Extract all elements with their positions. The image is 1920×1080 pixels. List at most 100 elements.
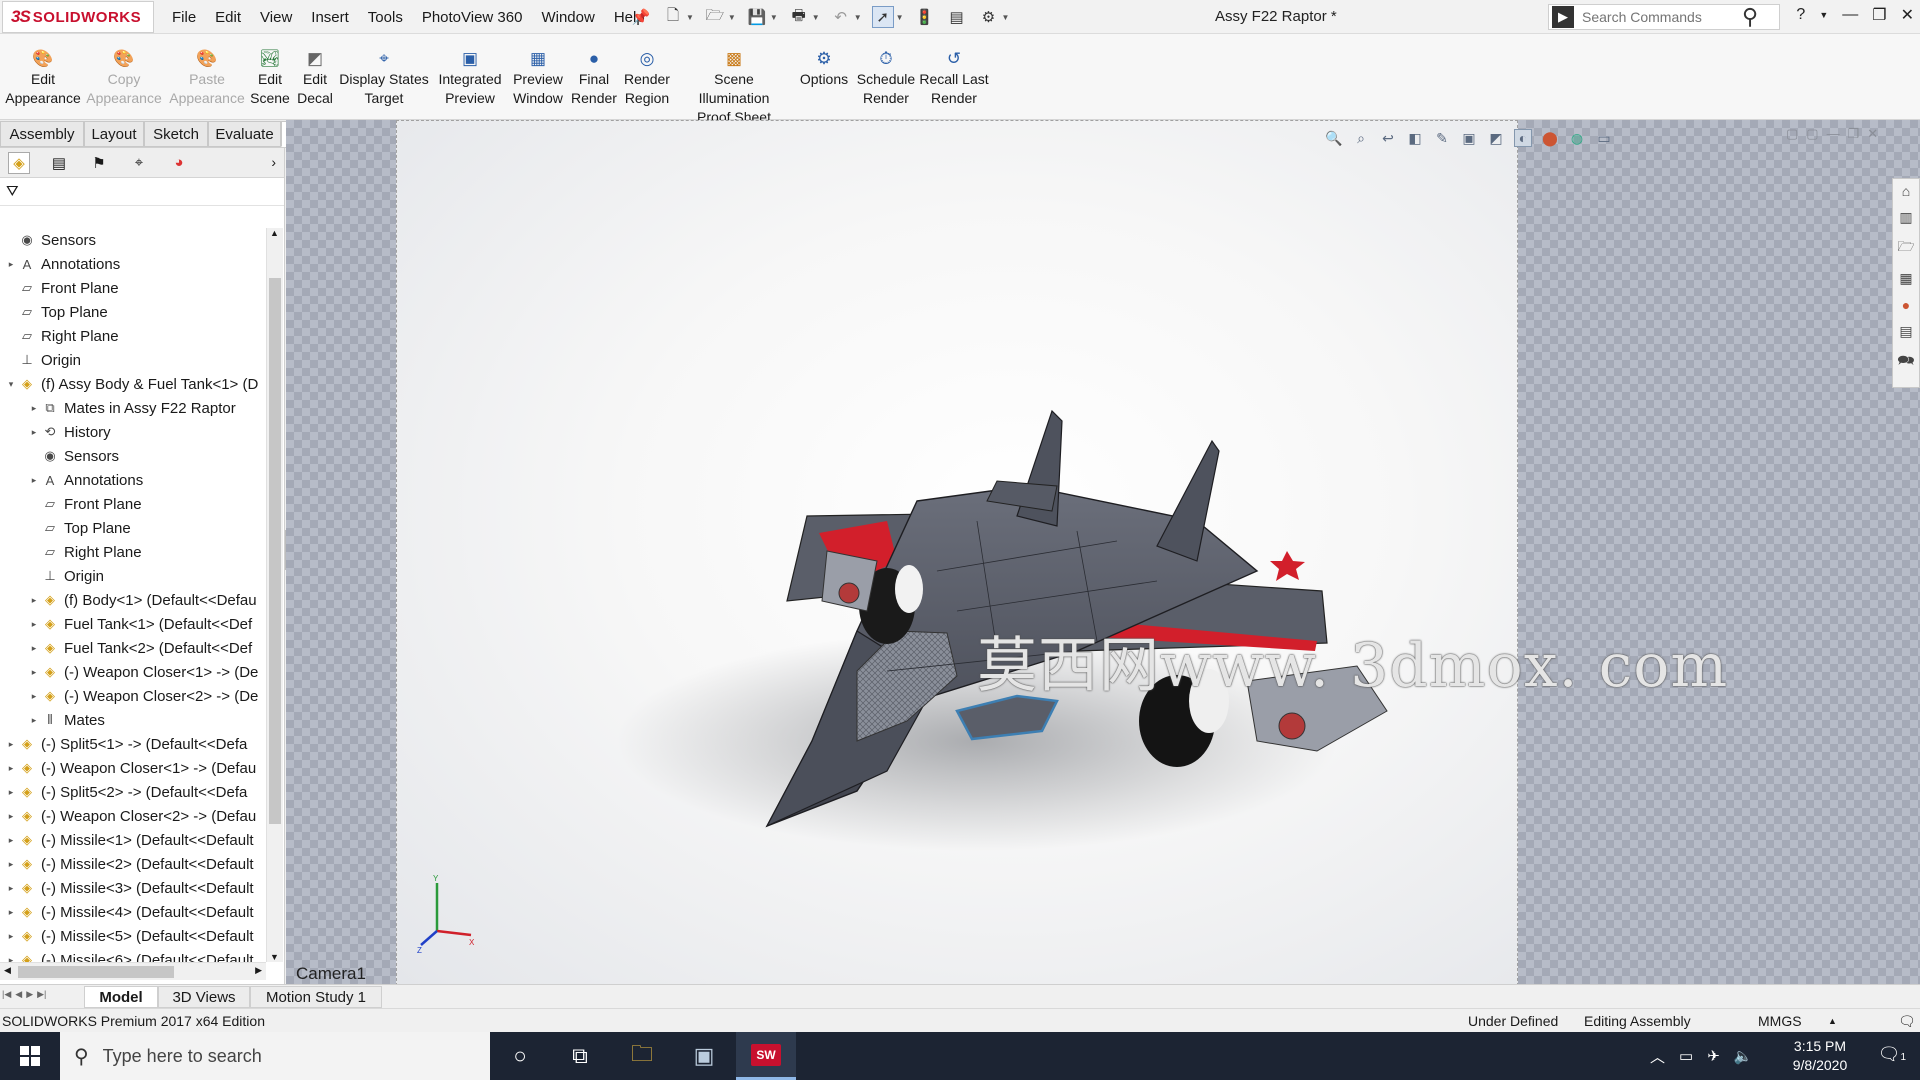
tree-item[interactable]: ⊥ Origin	[0, 564, 266, 588]
rebuild-status-icon[interactable]: 🗨	[1898, 1013, 1916, 1030]
expand-arrow-icon[interactable]: ▸	[4, 931, 18, 942]
tree-horizontal-scrollbar[interactable]: ◀ ▶	[0, 962, 266, 980]
expand-arrow-icon[interactable]: ▸	[4, 883, 18, 894]
expand-arrow-icon[interactable]: ▸	[27, 691, 41, 702]
solidworks-logo[interactable]: 3S SOLIDWORKS	[2, 1, 154, 33]
unit-system-selector[interactable]: MMGS	[1758, 1013, 1802, 1029]
tree-item[interactable]: ▱ Top Plane	[0, 300, 266, 324]
tree-item[interactable]: ▱ Top Plane	[0, 516, 266, 540]
expand-arrow-icon[interactable]: ▸	[4, 907, 18, 918]
expand-arrow-icon[interactable]: ▸	[4, 763, 18, 774]
file-explorer-icon[interactable]: 🗁	[1897, 236, 1914, 260]
chevron-down-icon[interactable]: ▼	[770, 13, 778, 22]
clock[interactable]: 3:15 PM 9/8/2020	[1770, 1037, 1870, 1075]
tree-item[interactable]: ▱ Right Plane	[0, 540, 266, 564]
open-folder-icon[interactable]: 🗁	[704, 6, 726, 28]
tree-item[interactable]: ▱ Front Plane	[0, 492, 266, 516]
filter-bar[interactable]: ⛛	[0, 178, 284, 206]
forum-icon[interactable]: 🗪	[1897, 350, 1914, 374]
menu-view[interactable]: View	[260, 9, 292, 26]
expand-arrow-icon[interactable]: ▸	[4, 859, 18, 870]
chevron-up-icon[interactable]: ▲	[1828, 1016, 1837, 1026]
new-document-icon[interactable]: 🗋	[662, 6, 684, 28]
command-tab-3[interactable]: Evaluate	[208, 121, 281, 147]
start-button[interactable]	[0, 1032, 60, 1080]
save-icon[interactable]: 💾	[746, 6, 768, 28]
pin-icon[interactable]: 📌	[630, 6, 652, 28]
expand-arrow-icon[interactable]: ▸	[4, 259, 18, 270]
scroll-down-icon[interactable]: ▼	[270, 952, 279, 962]
menu-tools[interactable]: Tools	[368, 9, 403, 26]
file-properties-icon[interactable]: ▤	[946, 6, 968, 28]
task-view-icon[interactable]: ⧉	[550, 1032, 610, 1080]
close-icon[interactable]: ✕	[1867, 126, 1878, 142]
tree-item[interactable]: ▸ ◈ (-) Missile<2> (Default<<Default	[0, 852, 266, 876]
last-tab-icon[interactable]: ▶|	[37, 989, 46, 1000]
cortana-icon[interactable]: ○	[490, 1032, 550, 1080]
tree-item[interactable]: ▱ Front Plane	[0, 276, 266, 300]
restore-button[interactable]: ❐	[1872, 5, 1886, 25]
ribbon-button-1[interactable]: 🎨 Copy Appearance	[79, 48, 169, 108]
tree-item[interactable]: ▸ ⫴ Mates	[0, 708, 266, 732]
tree-item[interactable]: ▸ ◈ (-) Weapon Closer<1> -> (Defau	[0, 756, 266, 780]
volume-icon[interactable]: 🔈	[1734, 1047, 1753, 1065]
menu-window[interactable]: Window	[541, 9, 594, 26]
scrollbar-thumb[interactable]	[269, 278, 281, 824]
tree-item[interactable]: ▸ ◈ (-) Missile<5> (Default<<Default	[0, 924, 266, 948]
tree-item[interactable]: ▸ ◈ Fuel Tank<1> (Default<<Def	[0, 612, 266, 636]
tree-item[interactable]: ▸ ◈ (-) Missile<4> (Default<<Default	[0, 900, 266, 924]
tree-vertical-scrollbar[interactable]: ▲ ▼	[266, 228, 283, 962]
zoom-to-fit-icon[interactable]: 🔍	[1325, 129, 1343, 147]
tree-item[interactable]: ▸ ◈ (-) Split5<2> -> (Default<<Defa	[0, 780, 266, 804]
edit-appearance-view-icon[interactable]: ⬤	[1541, 129, 1559, 147]
ribbon-button-5[interactable]: ⌖ Display States Target	[339, 48, 429, 108]
section-view-icon[interactable]: ◧	[1406, 129, 1424, 147]
ribbon-button-0[interactable]: 🎨 Edit Appearance	[0, 48, 88, 108]
command-tab-0[interactable]: Assembly	[0, 121, 84, 147]
appearances-icon[interactable]: ●	[1902, 297, 1910, 313]
display-style-icon[interactable]: ◩	[1487, 129, 1505, 147]
tree-item[interactable]: ▸ ◈ (-) Missile<6> (Default<<Default	[0, 948, 266, 963]
search-commands[interactable]: ▶ ⚲	[1548, 4, 1780, 30]
menu-photoview[interactable]: PhotoView 360	[422, 9, 523, 26]
view-palette-icon[interactable]: ▦	[1899, 270, 1912, 287]
notification-center-icon[interactable]: 🗨1	[1878, 1044, 1906, 1065]
select-pointer-icon[interactable]: ➚	[871, 6, 894, 28]
tree-item[interactable]: ▸ A Annotations	[0, 468, 266, 492]
tree-item[interactable]: ▾ ◈ (f) Assy Body & Fuel Tank<1> (D	[0, 372, 266, 396]
tile-icon[interactable]: ▢	[1786, 126, 1798, 142]
tree-item[interactable]: ◉ Sensors	[0, 444, 266, 468]
view-orientation-icon[interactable]: ▣	[1460, 129, 1478, 147]
expand-arrow-icon[interactable]: ▸	[27, 667, 41, 678]
command-tab-2[interactable]: Sketch	[144, 121, 208, 147]
tile-icon[interactable]: ▢	[1806, 126, 1818, 142]
expand-arrow-icon[interactable]: ▸	[27, 595, 41, 606]
bottom-tab-0[interactable]: Model	[84, 986, 158, 1008]
network-icon[interactable]: ✈	[1707, 1047, 1720, 1065]
menu-file[interactable]: File	[172, 9, 196, 26]
f22-raptor-render[interactable]	[557, 271, 1457, 891]
expand-arrow-icon[interactable]: ▸	[4, 787, 18, 798]
print-icon[interactable]: 🖶	[788, 6, 810, 28]
view-settings-icon[interactable]: ▭	[1595, 129, 1613, 147]
tree-item[interactable]: ▸ ◈ (f) Body<1> (Default<<Defau	[0, 588, 266, 612]
ribbon-button-13[interactable]: ↺ Recall Last Render	[909, 48, 999, 108]
configuration-manager-tab-icon[interactable]: ⚑	[88, 152, 110, 174]
tree-item[interactable]: ▸ ⟲ History	[0, 420, 266, 444]
search-icon[interactable]: ⚲	[1742, 4, 1758, 30]
render-viewport[interactable]: 🔍 ⌕ ↩ ◧ ✎ ▣ ◩ ◐ ⬤ ◍ ▭ 莫西网www. 3dmox. com…	[396, 120, 1727, 986]
design-library-icon[interactable]: ▥	[1899, 209, 1912, 226]
tree-item[interactable]: ▸ ◈ (-) Weapon Closer<2> -> (De	[0, 684, 266, 708]
file-explorer-icon[interactable]: 🗀	[612, 1032, 672, 1080]
close-button[interactable]: ✕	[1901, 5, 1914, 25]
zoom-to-area-icon[interactable]: ⌕	[1352, 129, 1370, 147]
chevron-down-icon[interactable]: ▼	[812, 13, 820, 22]
graphics-area[interactable]: 🔍 ⌕ ↩ ◧ ✎ ▣ ◩ ◐ ⬤ ◍ ▭ 莫西网www. 3dmox. com…	[286, 120, 1920, 986]
expand-arrow-icon[interactable]: ▸	[4, 955, 18, 963]
minimize-button[interactable]: —	[1842, 6, 1858, 24]
tree-item[interactable]: ▸ ◈ (-) Split5<1> -> (Default<<Defa	[0, 732, 266, 756]
command-tab-1[interactable]: Layout	[84, 121, 144, 147]
scroll-left-icon[interactable]: ◀	[4, 965, 11, 976]
chevron-down-icon[interactable]: ▼	[728, 13, 736, 22]
filter-icon[interactable]: ⛛	[6, 183, 19, 200]
